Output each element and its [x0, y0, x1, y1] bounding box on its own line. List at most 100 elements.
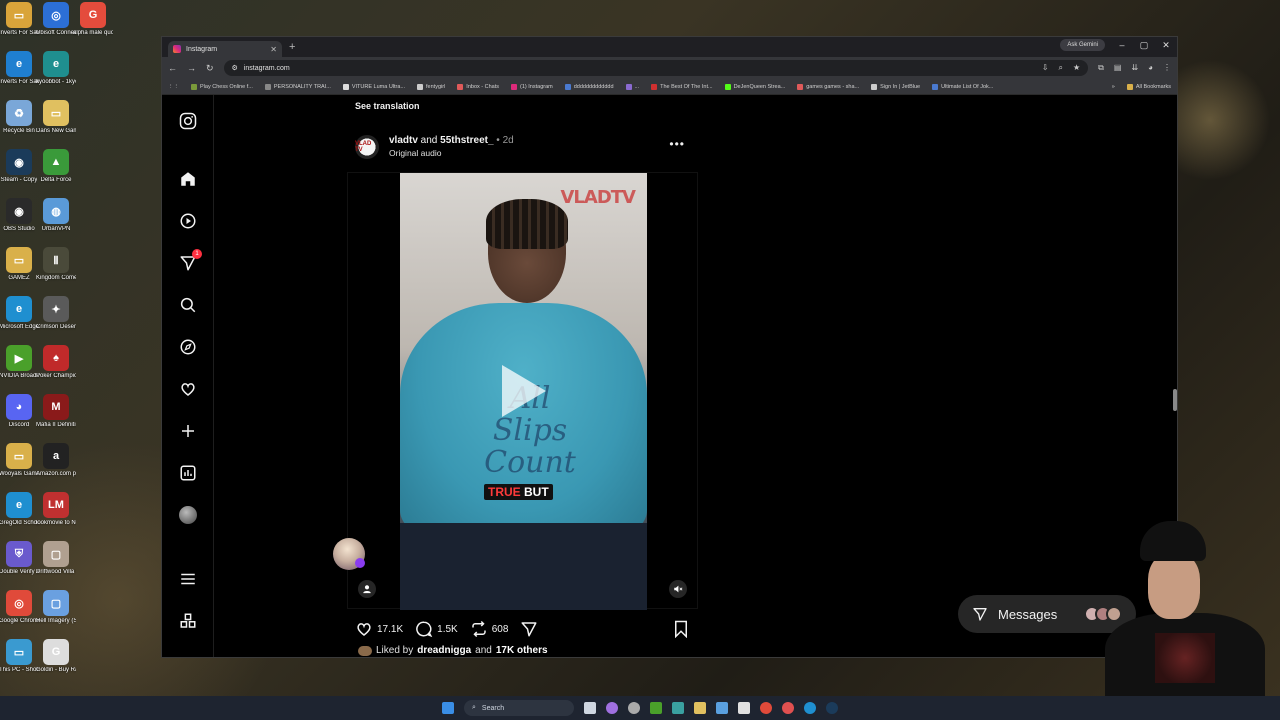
bookmark-item[interactable]: fentygirl	[417, 83, 445, 90]
bookmark-item[interactable]: Inbox - Chats	[457, 83, 499, 90]
post-options-icon[interactable]: •••	[669, 137, 685, 151]
also-from-meta-icon[interactable]	[178, 611, 198, 631]
explore-icon[interactable]	[178, 337, 198, 357]
more-bookmarks-icon[interactable]: »	[1112, 84, 1115, 90]
desktop-icon[interactable]: ◉ Steam - Copy	[0, 149, 38, 184]
floating-profile-bubble[interactable]	[333, 538, 365, 570]
desktop-icon[interactable]: ◎ Ubisoft Connect	[36, 2, 76, 37]
site-info-icon[interactable]: ⚙	[232, 64, 238, 72]
back-button[interactable]: ←	[168, 63, 177, 73]
notifications-heart-icon[interactable]	[178, 379, 198, 399]
bookmark-item[interactable]: Ultimate List Of Jok...	[932, 83, 993, 90]
bookmark-item[interactable]: The Best Of The Int...	[651, 83, 713, 90]
desktop-icon[interactable]: ◕ Discord	[0, 394, 38, 429]
desktop-icon[interactable]: ◉ OBS Studio	[0, 198, 38, 233]
insights-icon[interactable]	[178, 463, 198, 483]
bookmark-item[interactable]: Play Chess Online f...	[191, 83, 253, 90]
chrome-icon[interactable]	[760, 702, 772, 714]
profile-avatar[interactable]	[178, 505, 198, 525]
file-explorer-icon[interactable]	[694, 702, 706, 714]
like-button[interactable]: 17.1K	[355, 620, 403, 638]
post-author-avatar[interactable]: VLAD TV	[355, 135, 379, 159]
bookmark-item[interactable]: Sign In | JetBlue	[871, 83, 920, 90]
desktop-icon[interactable]: ▭ Dans New Gaming PICS	[36, 100, 76, 135]
reload-button[interactable]: ↻	[206, 63, 214, 74]
close-tab-icon[interactable]: ✕	[270, 45, 277, 54]
all-bookmarks-button[interactable]: All Bookmarks	[1126, 83, 1171, 90]
desktop-icon[interactable]: e kyoobbot - 1kyoobbo...	[36, 51, 76, 86]
desktop-icon[interactable]: M Mafia II Definiti...	[36, 394, 76, 429]
desktop-icon[interactable]: LM lookmovie to New Movies	[36, 492, 76, 527]
maximize-button[interactable]: ▢	[1139, 40, 1149, 51]
downloads-icon[interactable]: ⇊	[1131, 63, 1138, 73]
reels-icon[interactable]	[178, 211, 198, 231]
desktop-icon[interactable]: ♠ Poker Champions...	[36, 345, 76, 380]
page-scrollbar[interactable]	[1173, 159, 1177, 519]
zoom-icon[interactable]: ⌕	[1059, 63, 1063, 73]
start-icon[interactable]	[442, 702, 454, 714]
tagged-users-icon[interactable]	[358, 580, 376, 598]
more-menu-icon[interactable]	[178, 569, 198, 589]
desktop-icon[interactable]: e Inverts For Sale - Spide...	[0, 51, 39, 86]
profile-icon[interactable]: ◕	[1148, 63, 1153, 73]
extensions-icon[interactable]: ⧉	[1098, 63, 1104, 73]
scrollbar-thumb[interactable]	[1173, 389, 1177, 411]
nvidia-icon[interactable]	[650, 702, 662, 714]
original-audio-link[interactable]: Original audio	[389, 148, 441, 158]
bookmark-item[interactable]: games games - sha...	[797, 83, 859, 90]
bookmark-star-icon[interactable]: ★	[1073, 63, 1080, 73]
taskbar-search[interactable]: ⌕ Search	[464, 700, 574, 716]
bookmark-item[interactable]: ddddddddddddd	[564, 83, 614, 90]
close-window-button[interactable]: ✕	[1161, 40, 1171, 51]
desktop-icon[interactable]: ◎ Google Chrome	[0, 590, 39, 625]
forward-button[interactable]: →	[187, 63, 196, 73]
bookmark-item[interactable]: DeJenQueen Strea...	[724, 83, 785, 90]
liked-by-others-link[interactable]: 17K others	[496, 645, 548, 656]
create-plus-icon[interactable]	[178, 421, 198, 441]
mute-icon[interactable]	[669, 580, 687, 598]
app-icon-3[interactable]	[716, 702, 728, 714]
desktop-icon[interactable]: ▭ Inverts For Sale - Spide...	[0, 2, 39, 37]
desktop-icon[interactable]: ▢ Driftwood Villa - Luxur...	[36, 541, 76, 576]
repost-button[interactable]: 608	[470, 620, 508, 638]
instagram-logo-icon[interactable]	[178, 111, 198, 131]
desktop-icon[interactable]: ♻ Recycle Bin	[0, 100, 38, 135]
reading-list-icon[interactable]: ▤	[1114, 63, 1122, 73]
desktop-icon[interactable]: e GregOld School Run...	[0, 492, 39, 527]
edge-icon[interactable]	[804, 702, 816, 714]
task-view-icon[interactable]	[584, 702, 596, 714]
desktop-icon[interactable]: ▭ Wooyals Games a...	[0, 443, 39, 478]
desktop-icon[interactable]: G Goldin - Buy Rare Collect...	[36, 639, 76, 674]
save-button[interactable]	[673, 620, 689, 638]
play-icon[interactable]	[502, 365, 546, 417]
post-video[interactable]: All Slips Count VLADTV TRUE BUT	[347, 172, 698, 610]
home-icon[interactable]	[178, 169, 198, 189]
app-icon-5[interactable]	[782, 702, 794, 714]
desktop-icon[interactable]: ✦ Crimson Desert	[36, 296, 76, 331]
menu-icon[interactable]: ⋮	[1163, 63, 1171, 73]
author-vladtv-link[interactable]: vladtv	[389, 135, 418, 146]
desktop-icon[interactable]: ▶ NVIDIA Broadcast	[0, 345, 39, 380]
liked-by-user-link[interactable]: dreadnigga	[417, 645, 471, 656]
app-icon-2[interactable]	[672, 702, 684, 714]
settings-icon[interactable]	[628, 702, 640, 714]
minimize-button[interactable]: –	[1117, 40, 1127, 50]
address-bar[interactable]: ⚙ instagram.com ⇩ ⌕ ★	[223, 60, 1089, 76]
apps-grid-icon[interactable]: ⋮⋮	[168, 84, 179, 90]
desktop-icon[interactable]: e Microsoft Edge	[0, 296, 39, 331]
search-icon[interactable]	[178, 295, 198, 315]
new-tab-button[interactable]: +	[289, 41, 295, 53]
desktop-icon[interactable]: ◍ UrbanVPN	[37, 198, 75, 233]
share-button[interactable]	[520, 620, 538, 638]
desktop-icon[interactable]: a Amazon.com push ups (...	[36, 443, 76, 478]
desktop-icon[interactable]: ▭ This PC - Shortcut	[0, 639, 39, 674]
desktop-icon[interactable]: ⛨ Double Verify Authenticat...	[0, 541, 39, 576]
comment-button[interactable]: 1.5K	[415, 620, 458, 638]
desktop-icon[interactable]: Ⅱ Kingdom Come Deliv...	[36, 247, 76, 282]
steam-icon[interactable]	[826, 702, 838, 714]
bookmark-item[interactable]: PERSONALITY TRAI...	[264, 83, 331, 90]
tab-instagram[interactable]: Instagram ✕	[168, 41, 282, 57]
see-translation-link[interactable]: See translation	[355, 101, 420, 111]
desktop-icon[interactable]: ▭ GAMEZ	[0, 247, 38, 282]
bookmark-item[interactable]: (1) Instagram	[511, 83, 553, 90]
